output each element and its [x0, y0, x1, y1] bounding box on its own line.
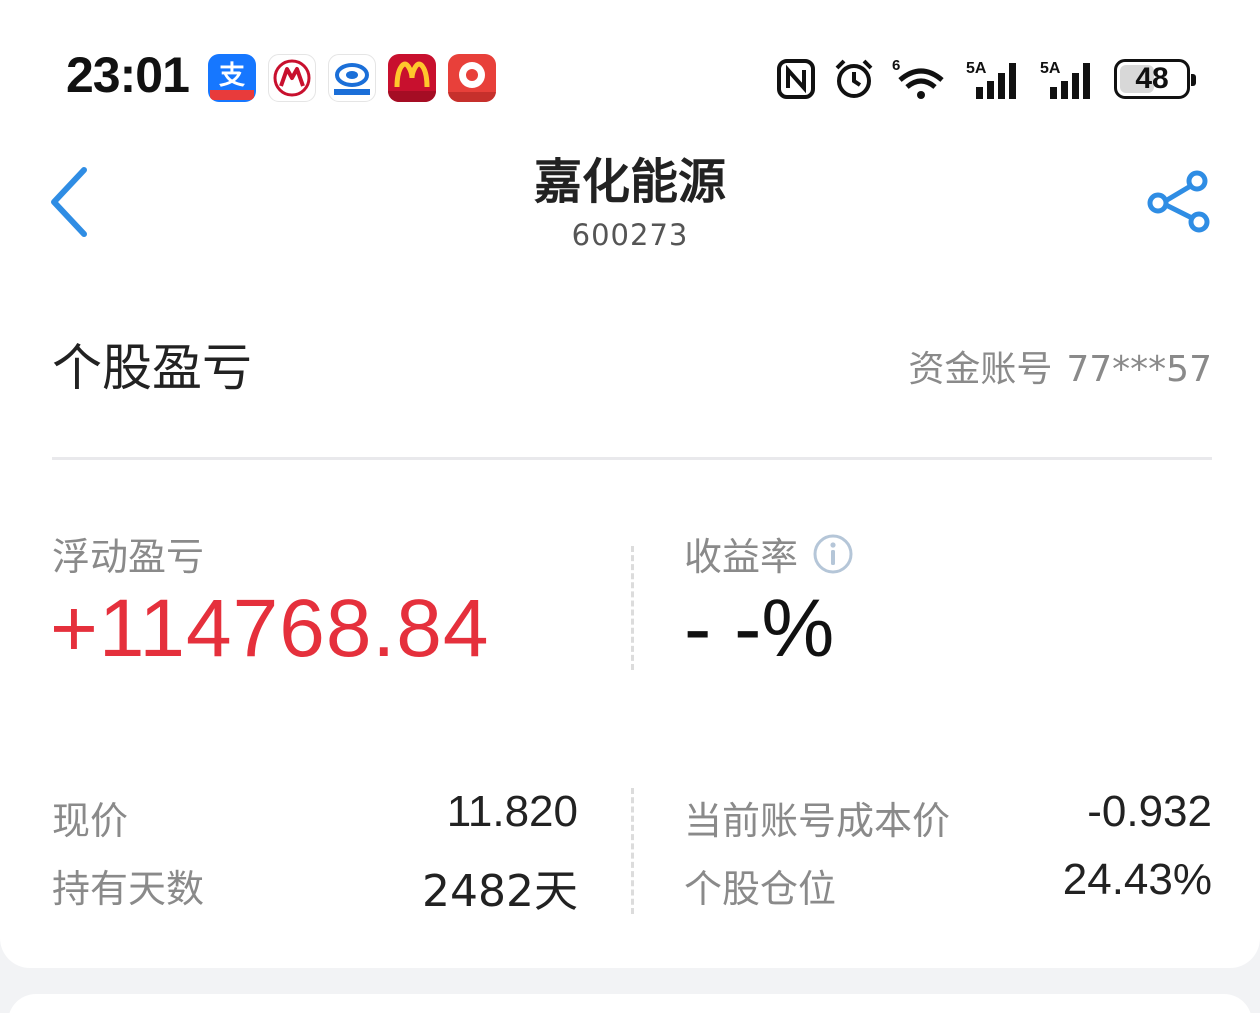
cost-price-value: -0.932 — [1087, 787, 1212, 836]
yield-label: 收益率 — [684, 535, 799, 579]
position-ratio-value: 24.43% — [1062, 855, 1212, 904]
current-price-value: 11.820 — [446, 787, 578, 836]
battery-icon: 48 — [1114, 59, 1196, 99]
floating-pnl-label: 浮动盈亏 — [52, 535, 205, 579]
yield-value: - -% — [684, 583, 835, 674]
next-card — [8, 994, 1252, 1013]
signal-5a-icon: 5A — [966, 60, 1016, 99]
section-title: 个股盈亏 — [52, 339, 252, 397]
notification-app-icons: 支 — [208, 54, 496, 102]
status-bar: 23:01 支 6 5A 5A 48 — [0, 0, 1260, 120]
zhihui-bank-icon — [328, 54, 376, 102]
share-icon — [1147, 170, 1210, 233]
signal-5a-icon: 5A — [1040, 60, 1090, 99]
floating-pnl-value: +114768.84 — [50, 583, 490, 674]
nfc-icon — [777, 59, 815, 99]
position-ratio-label: 个股仓位 — [684, 867, 837, 911]
mcdonalds-icon — [388, 54, 436, 102]
status-time: 23:01 — [66, 47, 190, 103]
holding-days-label: 持有天数 — [52, 867, 205, 911]
wifi-icon: 6 — [892, 57, 944, 99]
svg-text:支: 支 — [219, 61, 245, 91]
svg-text:6: 6 — [892, 57, 900, 74]
alarm-icon — [835, 59, 873, 98]
holding-days-value: 2482天 — [422, 866, 578, 917]
cmb-bank-icon — [268, 54, 316, 102]
securities-app-icon — [448, 54, 496, 102]
current-price-label: 现价 — [52, 799, 129, 843]
divider — [52, 457, 1212, 460]
info-icon[interactable] — [812, 533, 854, 575]
column-divider — [631, 546, 634, 670]
fund-account: 资金账号 77***57 — [908, 340, 1212, 392]
alipay-icon: 支 — [208, 54, 256, 102]
column-divider — [631, 788, 634, 914]
stock-name: 嘉化能源 — [533, 154, 726, 210]
account-label: 资金账号 — [908, 349, 1053, 390]
share-button[interactable] — [1142, 166, 1214, 238]
stock-code: 600273 — [571, 218, 689, 252]
svg-text:5A: 5A — [1040, 60, 1061, 77]
account-number: 77***57 — [1066, 349, 1212, 390]
battery-level: 48 — [1135, 62, 1169, 95]
pnl-card: 23:01 支 6 5A 5A 48 嘉化能源 600273 个股盈亏 资金账号… — [0, 0, 1260, 968]
svg-text:5A: 5A — [966, 60, 987, 77]
cost-price-label: 当前账号成本价 — [684, 799, 951, 843]
system-status-icons: 6 5A 5A 48 — [776, 56, 1196, 102]
